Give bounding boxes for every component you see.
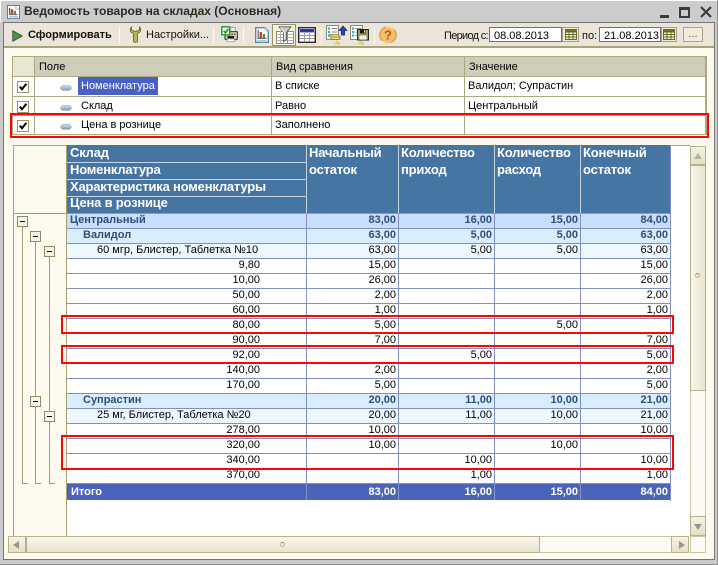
svg-text:?: ?: [384, 28, 392, 43]
